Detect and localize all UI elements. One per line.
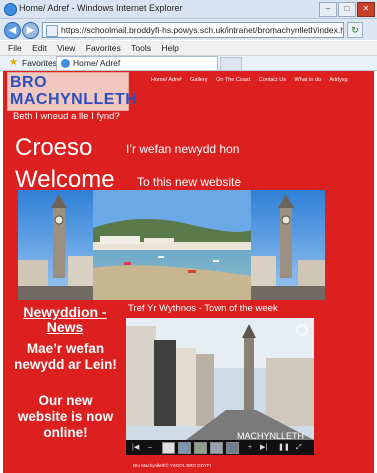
welcome-subheading-en: To this new website xyxy=(137,175,242,189)
slideshow-fullscreen-icon[interactable]: ⤢ xyxy=(296,442,302,453)
slideshow-next-icon[interactable]: ▶| xyxy=(260,442,267,453)
welcome-subheading-cy: I’r wefan newydd hon xyxy=(126,142,240,156)
slideshow-photo xyxy=(126,318,314,440)
menu-tools[interactable]: Tools xyxy=(131,41,151,55)
minimize-icon[interactable]: – xyxy=(319,2,337,17)
logo-line2: MACHYNLLETH xyxy=(10,91,138,108)
new-tab-button[interactable] xyxy=(220,57,242,70)
slideshow-pause-icon[interactable]: ❚❚ xyxy=(278,442,290,453)
address-url: https://schoolmail.broddyfi-hs.powys.sch… xyxy=(61,25,344,35)
slideshow-thumb-2[interactable] xyxy=(178,442,191,454)
refresh-icon[interactable]: ↻ xyxy=(347,22,363,38)
close-icon[interactable]: ✕ xyxy=(357,2,375,17)
maximize-icon[interactable]: □ xyxy=(338,2,356,17)
browser-tab-active[interactable]: Home/ Adref xyxy=(56,56,218,70)
slideshow-thumb-5[interactable] xyxy=(226,442,239,454)
nav-home[interactable]: Home/ Adref xyxy=(151,77,182,83)
favorites-button[interactable]: Favorites xyxy=(22,57,57,69)
site-footer: Bro Machynlleth© YSGOL BRO DDYFI xyxy=(133,463,211,468)
ie-logo-icon xyxy=(4,3,17,16)
slideshow-controls: |◀ – + ▶| ❚❚ ⤢ xyxy=(126,440,314,455)
slideshow-minus-icon[interactable]: – xyxy=(148,442,152,453)
slideshow-prev-icon[interactable]: |◀ xyxy=(132,442,139,453)
nav-contact-us[interactable]: Contact Us xyxy=(259,77,286,83)
news-text-en: Our new website is now online! xyxy=(17,393,114,440)
slideshow-plus-icon[interactable]: + xyxy=(248,442,252,453)
header-banner-image xyxy=(18,190,325,300)
window-controls: – □ ✕ xyxy=(319,2,375,17)
nav-on-the-coast[interactable]: On The Coast xyxy=(216,77,250,83)
seaside-photo xyxy=(93,190,251,300)
slideshow-thumb-4[interactable] xyxy=(210,442,223,454)
logo-line1: BRO xyxy=(10,74,48,91)
slideshow-thumb-1[interactable] xyxy=(162,442,175,454)
slideshow-thumb-3[interactable] xyxy=(194,442,207,454)
menu-bar: File Edit View Favorites Tools Help xyxy=(0,41,377,56)
menu-view[interactable]: View xyxy=(57,41,75,55)
page-icon xyxy=(46,25,58,37)
news-text-cy: Mae’r wefan newydd ar Lein! xyxy=(14,341,117,372)
favorites-bar: ★ Favorites Home/ Adref xyxy=(0,56,377,71)
site-tagline: Beth I wneud a lle I fynd? xyxy=(13,111,120,122)
ie-tab-icon xyxy=(61,59,70,68)
forward-icon[interactable]: ▶ xyxy=(22,22,39,39)
news-heading[interactable]: Newyddion - News xyxy=(15,305,115,335)
town-of-week-heading: Tref Yr Wythnos - Town of the week xyxy=(128,303,278,314)
clock-tower-photo-right xyxy=(251,190,325,300)
address-field[interactable]: https://schoolmail.broddyfi-hs.powys.sch… xyxy=(42,22,344,38)
window-title: Home/ Adref - Windows Internet Explorer xyxy=(19,3,183,13)
window-titlebar: Home/ Adref - Windows Internet Explorer … xyxy=(0,0,377,19)
menu-favorites[interactable]: Favorites xyxy=(86,41,121,55)
menu-edit[interactable]: Edit xyxy=(32,41,47,55)
address-toolbar: ◀ ▶ https://schoolmail.broddyfi-hs.powys… xyxy=(0,19,377,40)
site-nav: Home/ Adref Gallery On The Coast Contact… xyxy=(151,77,355,83)
nav-addysg[interactable]: Addysg xyxy=(329,77,347,83)
town-slideshow[interactable]: MACHYNLLETH |◀ – + ▶| ❚❚ ⤢ xyxy=(126,318,314,455)
web-page: BRO MACHYNLLETH Beth I wneud a lle I fyn… xyxy=(3,71,374,473)
nav-gallery[interactable]: Gallery xyxy=(190,77,207,83)
site-logo[interactable]: BRO MACHYNLLETH xyxy=(7,72,137,111)
nav-what-to-do[interactable]: What to do xyxy=(294,77,321,83)
tab-title: Home/ Adref xyxy=(73,58,121,68)
menu-file[interactable]: File xyxy=(8,41,22,55)
welcome-heading-cy: Croeso xyxy=(15,134,93,161)
back-icon[interactable]: ◀ xyxy=(4,22,21,39)
menu-help[interactable]: Help xyxy=(161,41,178,55)
favorites-star-icon[interactable]: ★ xyxy=(9,57,18,69)
clock-tower-photo-left xyxy=(18,190,93,300)
